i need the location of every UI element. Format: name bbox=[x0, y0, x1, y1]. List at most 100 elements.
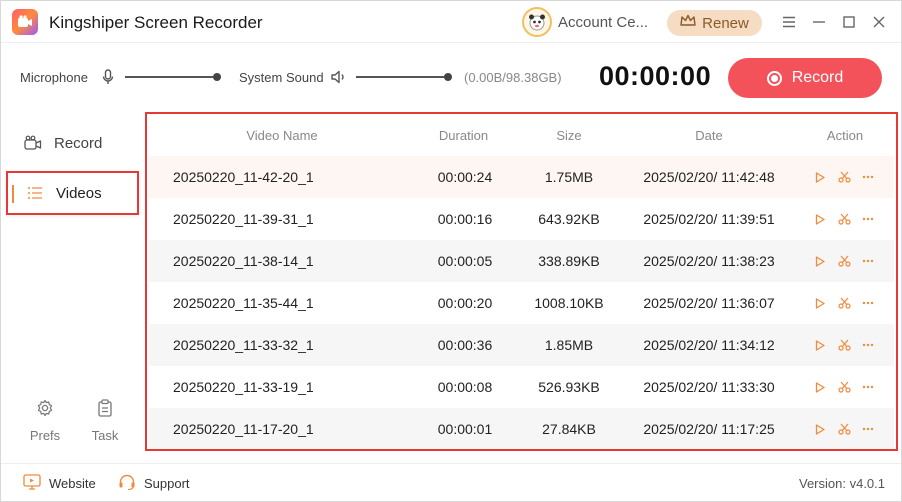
column-header-size: Size bbox=[556, 128, 582, 143]
video-date: 2025/02/20/ 11:38:23 bbox=[643, 253, 775, 269]
task-button[interactable]: Task bbox=[85, 399, 125, 443]
play-icon[interactable] bbox=[813, 170, 827, 184]
play-icon[interactable] bbox=[813, 422, 827, 436]
storage-indicator: (0.00B/98.38GB) bbox=[464, 70, 562, 85]
scissors-icon[interactable] bbox=[837, 380, 851, 394]
website-label: Website bbox=[49, 476, 96, 491]
more-icon[interactable] bbox=[861, 170, 875, 184]
table-row[interactable]: 20250220_11-33-32_1 00:00:36 1.85MB 2025/02… bbox=[149, 324, 894, 366]
play-icon[interactable] bbox=[813, 380, 827, 394]
more-icon[interactable] bbox=[861, 380, 875, 394]
sidebar-item-videos[interactable]: Videos bbox=[6, 171, 139, 215]
prefs-label: Prefs bbox=[29, 428, 61, 443]
scissors-icon[interactable] bbox=[837, 212, 851, 226]
recording-timer: 00:00:00 bbox=[599, 61, 712, 91]
video-name: 20250220_11-17-20_1 bbox=[173, 421, 314, 437]
gear-icon bbox=[36, 399, 54, 420]
minimize-icon[interactable] bbox=[810, 13, 828, 31]
table-row[interactable]: 20250220_11-35-44_1 00:00:20 1008.10KB 2025… bbox=[149, 282, 894, 324]
menu-icon[interactable] bbox=[780, 13, 798, 31]
row-actions bbox=[813, 422, 875, 436]
play-icon[interactable] bbox=[813, 212, 827, 226]
microphone-icon[interactable] bbox=[102, 69, 114, 90]
more-icon[interactable] bbox=[861, 338, 875, 352]
headset-icon bbox=[118, 474, 136, 493]
sidebar-item-record[interactable]: Record bbox=[6, 121, 139, 165]
video-duration: 00:00:08 bbox=[437, 379, 493, 395]
video-date: 2025/02/20/ 11:36:07 bbox=[643, 295, 775, 311]
video-date: 2025/02/20/ 11:42:48 bbox=[643, 169, 775, 185]
support-label: Support bbox=[144, 476, 190, 491]
avatar bbox=[522, 7, 552, 37]
video-date: 2025/02/20/ 11:33:30 bbox=[643, 379, 775, 395]
camera-icon bbox=[22, 135, 44, 151]
record-button[interactable]: Record bbox=[728, 58, 882, 98]
sidebar-item-label: Videos bbox=[56, 184, 102, 202]
video-size: 338.89KB bbox=[538, 253, 600, 269]
play-icon[interactable] bbox=[813, 338, 827, 352]
website-link[interactable]: Website bbox=[23, 474, 96, 493]
maximize-icon[interactable] bbox=[840, 13, 858, 31]
column-header-date: Date bbox=[695, 128, 723, 143]
scissors-icon[interactable] bbox=[837, 338, 851, 352]
app-title: Kingshiper Screen Recorder bbox=[49, 13, 263, 32]
scissors-icon[interactable] bbox=[837, 422, 851, 436]
record-button-label: Record bbox=[791, 69, 844, 86]
more-icon[interactable] bbox=[861, 254, 875, 268]
clipboard-icon bbox=[97, 399, 113, 420]
video-size: 27.84KB bbox=[542, 421, 596, 437]
task-label: Task bbox=[91, 428, 119, 443]
renew-label: Renew bbox=[702, 14, 749, 32]
table-row[interactable]: 20250220_11-39-31_1 00:00:16 643.92KB 2025/… bbox=[149, 198, 894, 240]
video-size: 1.75MB bbox=[544, 169, 594, 185]
microphone-label: Microphone bbox=[20, 70, 88, 85]
close-icon[interactable] bbox=[870, 13, 888, 31]
microphone-volume-handle[interactable] bbox=[213, 73, 221, 81]
row-actions bbox=[813, 380, 875, 394]
table-row[interactable]: 20250220_11-42-20_1 00:00:24 1.75MB 2025/02… bbox=[149, 156, 894, 198]
table-header: Video Name Duration Size Date Action bbox=[147, 114, 896, 156]
account-center-label: Account Ce... bbox=[558, 13, 649, 31]
video-size: 643.92KB bbox=[538, 211, 600, 227]
record-dot-icon bbox=[766, 70, 782, 86]
prefs-button[interactable]: Prefs bbox=[25, 399, 65, 443]
row-actions bbox=[813, 170, 875, 184]
video-date: 2025/02/20/ 11:39:51 bbox=[643, 211, 775, 227]
system-sound-volume-handle[interactable] bbox=[444, 73, 452, 81]
scissors-icon[interactable] bbox=[837, 296, 851, 310]
video-duration: 00:00:36 bbox=[437, 337, 493, 353]
more-icon[interactable] bbox=[861, 422, 875, 436]
system-sound-volume-slider[interactable] bbox=[356, 76, 448, 78]
video-name: 20250220_11-35-44_1 bbox=[173, 295, 314, 311]
video-duration: 00:00:20 bbox=[437, 295, 493, 311]
version-label: Version: v4.0.1 bbox=[799, 476, 885, 491]
video-name: 20250220_11-33-19_1 bbox=[173, 379, 314, 395]
play-icon[interactable] bbox=[813, 296, 827, 310]
video-name: 20250220_11-33-32_1 bbox=[173, 337, 314, 353]
speaker-icon[interactable] bbox=[331, 70, 347, 89]
row-actions bbox=[813, 254, 875, 268]
table-row[interactable]: 20250220_11-33-19_1 00:00:08 526.93KB 2025/… bbox=[149, 366, 894, 408]
monitor-icon bbox=[23, 474, 41, 493]
title-bar: Kingshiper Screen Recorder Account Ce...… bbox=[1, 1, 901, 43]
video-list-panel: Video Name Duration Size Date Action 202… bbox=[145, 112, 898, 451]
play-icon[interactable] bbox=[813, 254, 827, 268]
video-duration: 00:00:01 bbox=[437, 421, 493, 437]
table-row[interactable]: 20250220_11-38-14_1 00:00:05 338.89KB 2025/… bbox=[149, 240, 894, 282]
column-header-action: Action bbox=[826, 128, 864, 143]
scissors-icon[interactable] bbox=[837, 254, 851, 268]
sidebar-item-label: Record bbox=[54, 134, 103, 152]
more-icon[interactable] bbox=[861, 296, 875, 310]
support-link[interactable]: Support bbox=[118, 474, 190, 493]
video-size: 1008.10KB bbox=[534, 295, 604, 311]
column-header-duration: Duration bbox=[438, 128, 489, 143]
renew-button[interactable]: Renew bbox=[667, 10, 762, 36]
list-icon bbox=[24, 186, 46, 200]
video-duration: 00:00:16 bbox=[437, 211, 493, 227]
microphone-volume-slider[interactable] bbox=[125, 76, 217, 78]
table-row[interactable]: 20250220_11-17-20_1 00:00:01 27.84KB 2025/0… bbox=[149, 408, 894, 449]
more-icon[interactable] bbox=[861, 212, 875, 226]
crown-icon bbox=[680, 14, 696, 32]
scissors-icon[interactable] bbox=[837, 170, 851, 184]
account-center-button[interactable]: Account Ce... bbox=[522, 7, 650, 37]
